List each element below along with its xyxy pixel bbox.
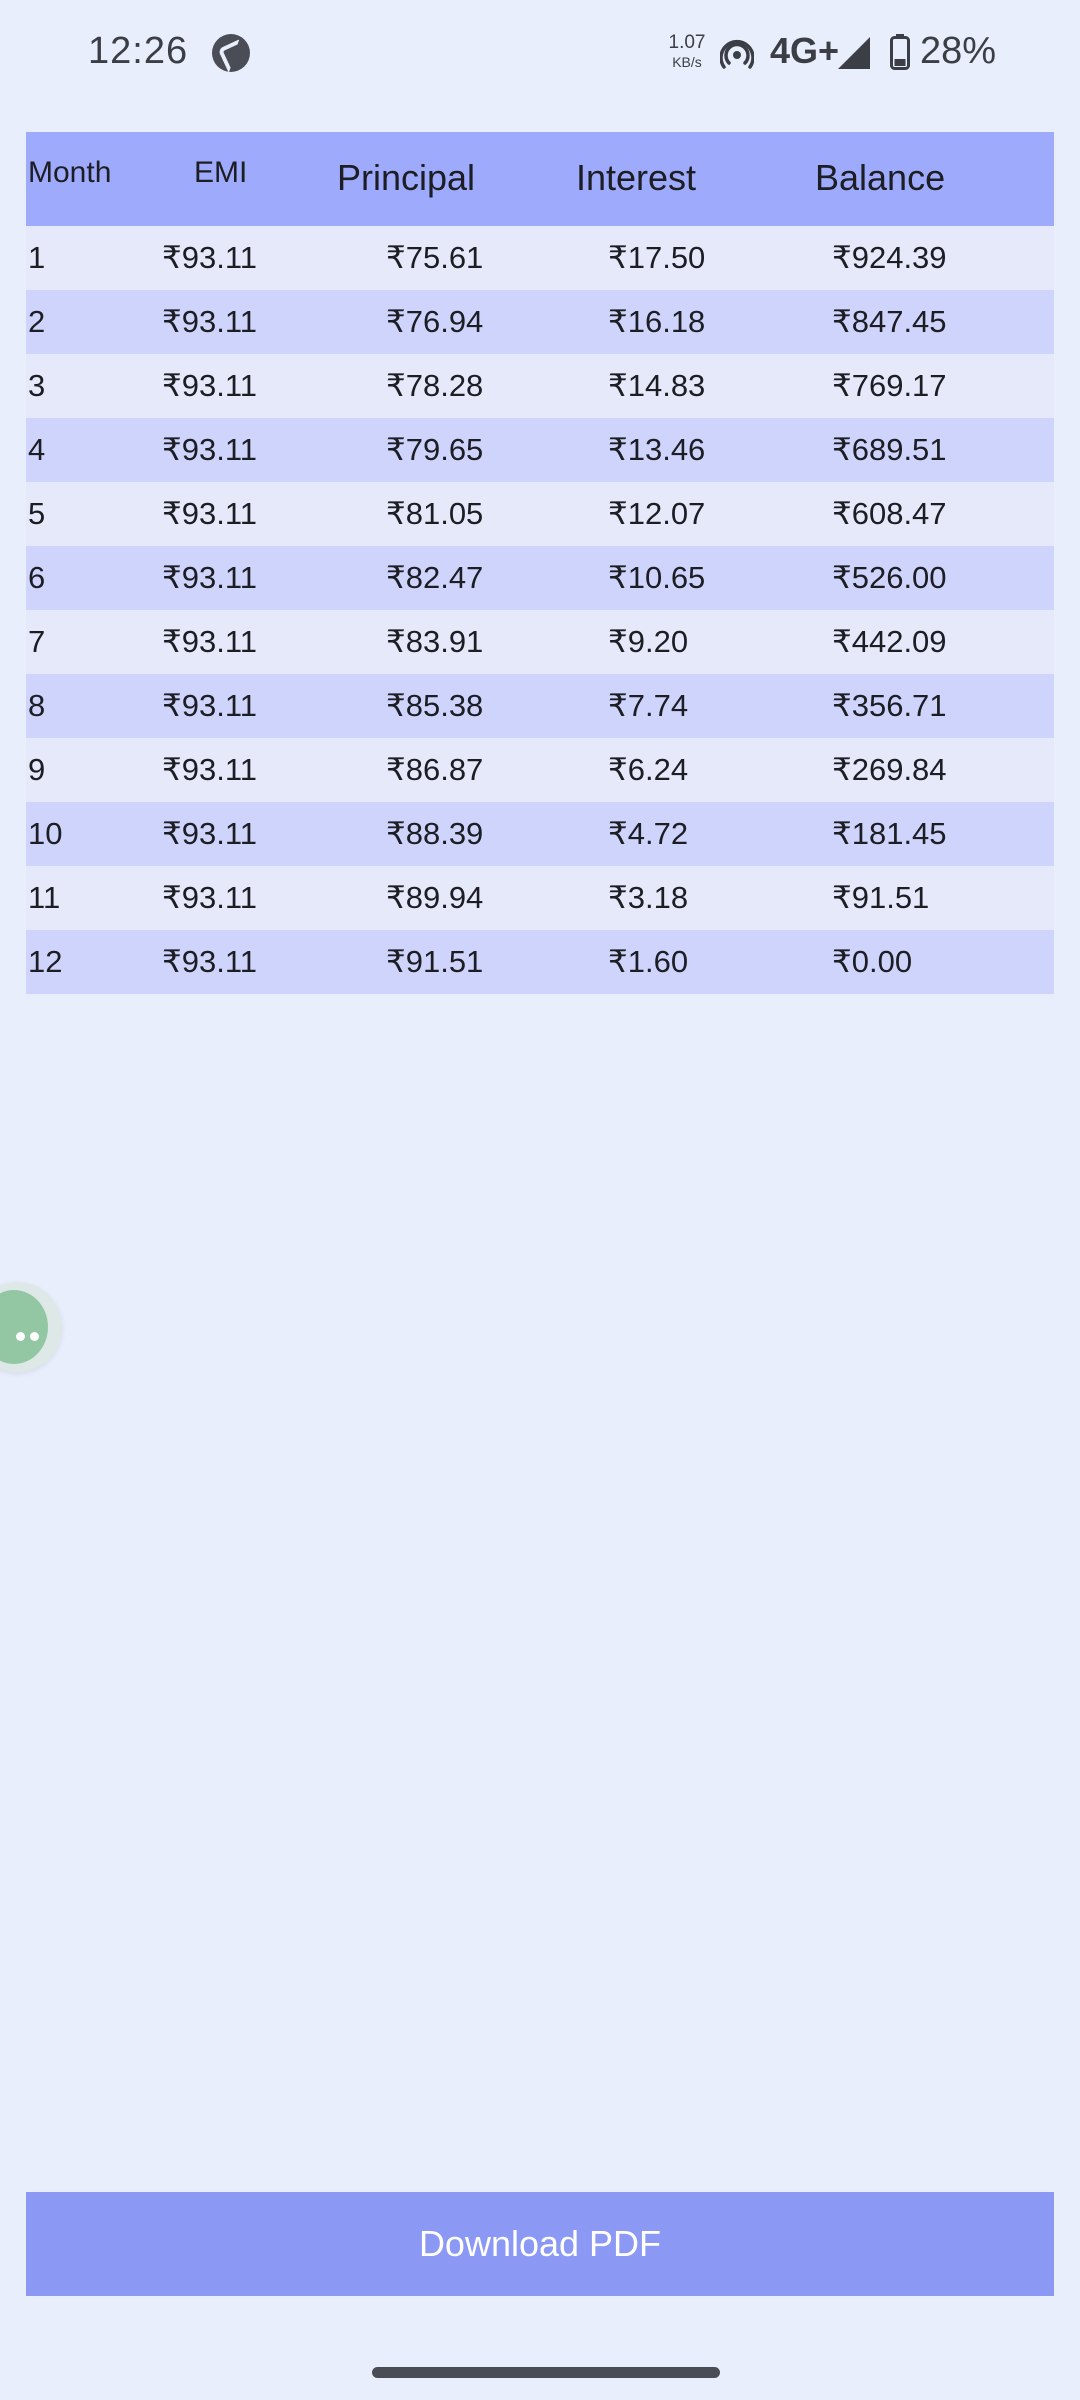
table-row: 12 ₹93.11 ₹91.51 ₹1.60 ₹0.00 <box>26 930 1054 994</box>
cell-emi: ₹93.11 <box>162 496 257 531</box>
battery-percent: 28% <box>920 30 997 72</box>
table-row: 1 ₹93.11 ₹75.61 ₹17.50 ₹924.39 <box>26 226 1054 290</box>
header-principal: Principal <box>337 157 476 198</box>
table-header: Month EMI Principal Interest Balance <box>26 132 1054 226</box>
cell-principal: ₹86.87 <box>386 752 484 787</box>
cell-month: 2 <box>28 304 46 339</box>
network-speed-unit: KB/s <box>672 54 702 70</box>
table-row: 2 ₹93.11 ₹76.94 ₹16.18 ₹847.45 <box>26 290 1054 354</box>
cell-principal: ₹75.61 <box>386 240 484 275</box>
cell-principal: ₹76.94 <box>386 304 484 339</box>
cell-balance: ₹769.17 <box>832 368 947 403</box>
cell-month: 9 <box>28 752 46 787</box>
status-bar: 12:26 1.07 KB/s 4G+ 28% <box>0 0 1080 110</box>
table-row: 3 ₹93.11 ₹78.28 ₹14.83 ₹769.17 <box>26 354 1054 418</box>
cell-balance: ₹689.51 <box>832 432 947 467</box>
cell-balance: ₹847.45 <box>832 304 947 339</box>
table-row: 9 ₹93.11 ₹86.87 ₹6.24 ₹269.84 <box>26 738 1054 802</box>
cell-emi: ₹93.11 <box>162 432 257 467</box>
call-app-icon <box>212 34 250 72</box>
cell-balance: ₹608.47 <box>832 496 947 531</box>
cell-emi: ₹93.11 <box>162 560 257 595</box>
header-month: Month <box>28 156 112 189</box>
cell-principal: ₹89.94 <box>386 880 484 915</box>
cell-interest: ₹10.65 <box>608 560 706 595</box>
cell-emi: ₹93.11 <box>162 624 257 659</box>
status-time: 12:26 <box>88 30 189 72</box>
cell-interest: ₹12.07 <box>608 496 706 531</box>
download-pdf-button[interactable]: Download PDF <box>26 2192 1054 2296</box>
cell-balance: ₹356.71 <box>832 688 947 723</box>
cell-month: 6 <box>28 560 46 595</box>
floating-bubble[interactable] <box>0 1282 62 1372</box>
header-balance: Balance <box>815 157 946 198</box>
cell-principal: ₹85.38 <box>386 688 484 723</box>
cell-month: 5 <box>28 496 46 531</box>
cell-month: 12 <box>28 944 63 979</box>
cell-month: 11 <box>28 880 61 915</box>
cell-month: 8 <box>28 688 46 723</box>
cell-emi: ₹93.11 <box>162 304 257 339</box>
cell-interest: ₹9.20 <box>608 624 689 659</box>
cell-principal: ₹88.39 <box>386 816 484 851</box>
cell-emi: ₹93.11 <box>162 368 257 403</box>
more-dots-icon <box>0 1290 48 1364</box>
cell-interest: ₹13.46 <box>608 432 706 467</box>
cell-balance: ₹442.09 <box>832 624 947 659</box>
cell-principal: ₹78.28 <box>386 368 484 403</box>
cell-principal: ₹79.65 <box>386 432 484 467</box>
cell-principal: ₹91.51 <box>386 944 484 979</box>
dot <box>30 1332 39 1341</box>
cell-emi: ₹93.11 <box>162 816 257 851</box>
cell-balance: ₹91.51 <box>832 880 930 915</box>
cell-emi: ₹93.11 <box>162 688 257 723</box>
cell-emi: ₹93.11 <box>162 752 257 787</box>
cell-interest: ₹7.74 <box>608 688 689 723</box>
table-row: 6 ₹93.11 ₹82.47 ₹10.65 ₹526.00 <box>26 546 1054 610</box>
cell-balance: ₹181.45 <box>832 816 947 851</box>
cell-month: 4 <box>28 432 46 467</box>
cell-emi: ₹93.11 <box>162 240 257 275</box>
gesture-nav-handle[interactable] <box>372 2367 720 2378</box>
cell-balance: ₹0.00 <box>832 944 913 979</box>
table-row: 7 ₹93.11 ₹83.91 ₹9.20 ₹442.09 <box>26 610 1054 674</box>
signal-icon <box>838 37 870 69</box>
cell-balance: ₹269.84 <box>832 752 947 787</box>
table-row: 4 ₹93.11 ₹79.65 ₹13.46 ₹689.51 <box>26 418 1054 482</box>
cell-balance: ₹526.00 <box>832 560 947 595</box>
table-row: 10 ₹93.11 ₹88.39 ₹4.72 ₹181.45 <box>26 802 1054 866</box>
cell-emi: ₹93.11 <box>162 944 257 979</box>
table-row: 11 ₹93.11 ₹89.94 ₹3.18 ₹91.51 <box>26 866 1054 930</box>
network-speed: 1.07 KB/s <box>662 33 712 69</box>
cell-principal: ₹83.91 <box>386 624 484 659</box>
cell-month: 3 <box>28 368 46 403</box>
hotspot-icon <box>720 39 754 69</box>
cell-interest: ₹1.60 <box>608 944 689 979</box>
cell-interest: ₹17.50 <box>608 240 706 275</box>
header-interest: Interest <box>576 157 697 198</box>
cell-interest: ₹16.18 <box>608 304 706 339</box>
network-type: 4G+ <box>770 30 840 71</box>
amortization-table: Month EMI Principal Interest Balance 1 ₹… <box>26 132 1054 994</box>
dot <box>16 1332 25 1341</box>
cell-emi: ₹93.11 <box>162 880 257 915</box>
cell-interest: ₹6.24 <box>608 752 689 787</box>
cell-balance: ₹924.39 <box>832 240 947 275</box>
header-emi: EMI <box>194 156 248 189</box>
cell-interest: ₹4.72 <box>608 816 689 851</box>
cell-principal: ₹81.05 <box>386 496 484 531</box>
cell-principal: ₹82.47 <box>386 560 484 595</box>
table-row: 8 ₹93.11 ₹85.38 ₹7.74 ₹356.71 <box>26 674 1054 738</box>
battery-icon <box>890 34 910 70</box>
network-speed-value: 1.07 <box>668 32 706 53</box>
cell-month: 10 <box>28 816 63 851</box>
cell-month: 1 <box>28 240 46 275</box>
cell-month: 7 <box>28 624 46 659</box>
cell-interest: ₹3.18 <box>608 880 689 915</box>
table-row: 5 ₹93.11 ₹81.05 ₹12.07 ₹608.47 <box>26 482 1054 546</box>
cell-interest: ₹14.83 <box>608 368 706 403</box>
